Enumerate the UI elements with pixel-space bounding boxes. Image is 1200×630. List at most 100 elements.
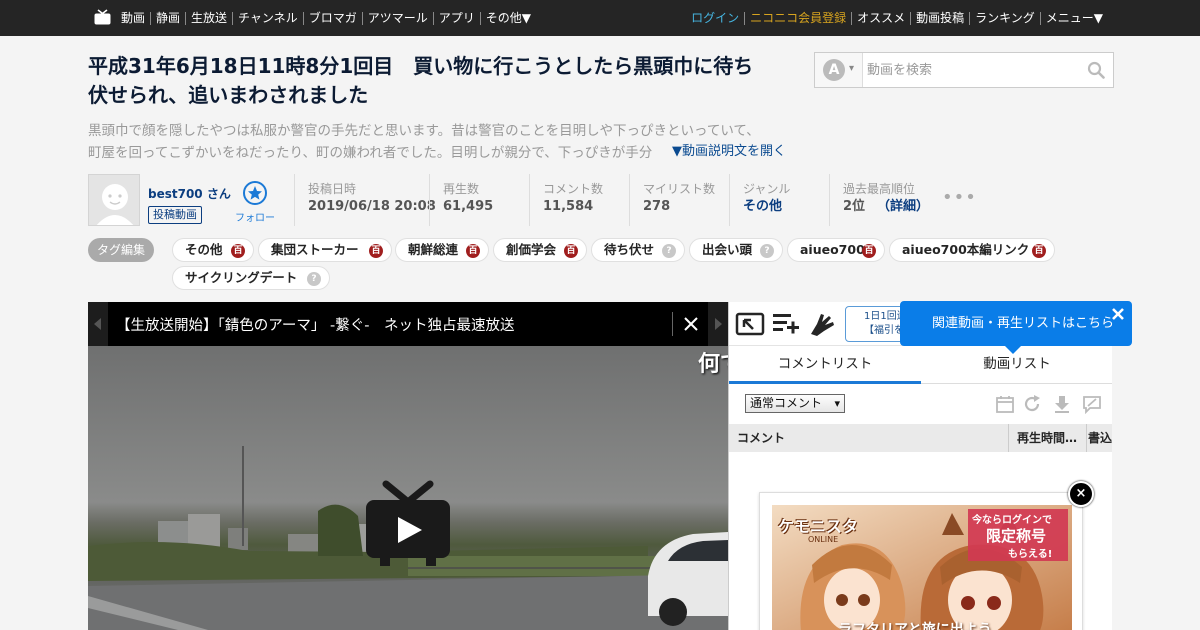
tag-item[interactable]: 集団ストーカー 百 [258, 238, 392, 262]
tooltip-text: 関連動画・再生リストはこちら [932, 316, 1115, 331]
nav-item-video[interactable]: 動画 [116, 11, 150, 25]
niconico-tv-logo-icon[interactable] [94, 9, 111, 25]
ad-logo: ケモニスタ [778, 517, 859, 536]
follow-button-label[interactable]: フォロー [235, 209, 275, 224]
calendar-icon[interactable] [995, 394, 1015, 414]
more-menu-icon[interactable]: ••• [942, 188, 977, 208]
stat-label: 過去最高順位 [843, 182, 916, 196]
tag-edit-button[interactable]: タグ編集 [88, 238, 155, 262]
tag-label: 朝鮮総連 [408, 242, 459, 257]
add-mylist-icon[interactable] [771, 310, 801, 338]
owner-avatar[interactable] [88, 174, 140, 226]
nav-item-channel[interactable]: チャンネル [232, 11, 303, 25]
nav-item-other[interactable]: その他▼ [479, 11, 536, 25]
dictionary-icon[interactable]: 百 [231, 244, 245, 258]
video-frame[interactable] [88, 346, 728, 630]
comment-off-icon[interactable] [1082, 394, 1102, 414]
nav-item-atsumaru[interactable]: アツマール [361, 11, 433, 25]
panel-tabs: コメントリスト 動画リスト [729, 346, 1112, 384]
stat-genre: ジャンル その他 [729, 174, 829, 226]
tag-label: 創価学会 [506, 242, 557, 257]
column-comment[interactable]: コメント [737, 424, 785, 452]
owner-name-link[interactable]: best700 さん [148, 185, 231, 202]
video-player[interactable]: 【生放送開始】「錆色のアーマ」 -繋ぐ- ネット独占最速放送 何 [88, 302, 728, 630]
dictionary-icon[interactable]: 百 [862, 244, 876, 258]
description-expand-link[interactable]: ▼動画説明文を開く [664, 141, 786, 163]
search-type-selector[interactable]: A ▾ [815, 53, 863, 87]
ad-badge-line: 今ならログインで [972, 515, 1052, 526]
dictionary-icon[interactable]: 百 [564, 244, 578, 258]
picture-in-picture-icon[interactable] [735, 310, 765, 338]
tag-item[interactable]: aiueo700本編リンク 百 [889, 238, 1055, 262]
reload-icon[interactable] [1022, 394, 1042, 414]
column-playback-time[interactable]: 再生時間… [1008, 424, 1086, 452]
nav-item-blomaga[interactable]: ブロマガ [302, 11, 362, 25]
follow-star-icon[interactable] [243, 181, 267, 205]
tab-comment-list[interactable]: コメントリスト [729, 346, 921, 384]
news-prev-arrow-icon[interactable] [88, 302, 108, 346]
dictionary-icon[interactable]: ? [760, 244, 774, 258]
nav-item-live[interactable]: 生放送 [185, 11, 232, 25]
nav-item-seiga[interactable]: 静画 [150, 11, 185, 25]
stat-value: 278 [643, 199, 671, 214]
search-icon[interactable] [1087, 61, 1105, 79]
player-news-text[interactable]: 【生放送開始】「錆色のアーマ」 -繋ぐ- ネット独占最速放送 [116, 314, 514, 335]
tag-item[interactable]: サイクリングデート ? [172, 266, 330, 290]
tag-item[interactable]: aiueo700 百 [787, 238, 885, 262]
news-next-arrow-icon[interactable] [708, 302, 728, 346]
login-link[interactable]: ログイン [686, 11, 744, 25]
ad-image[interactable]: ケモニスタ ONLINE 今ならログインで 限定称号 もらえる! ラフタリアと旅… [772, 505, 1072, 630]
ad-logo-sub: ONLINE [808, 535, 839, 544]
tag-item[interactable]: 朝鮮総連 百 [395, 238, 489, 262]
stat-value: 2位 [843, 199, 866, 214]
dictionary-icon[interactable]: ? [307, 272, 321, 286]
nav-item-app[interactable]: アプリ [432, 11, 480, 25]
default-avatar-icon [89, 175, 139, 225]
global-nav-left: 動画 静画 生放送 チャンネル ブロマガ アツマール アプリ その他▼ [116, 0, 536, 36]
dictionary-icon[interactable]: 百 [1032, 244, 1046, 258]
column-posted-at[interactable]: 書込 [1086, 424, 1112, 452]
tag-label: aiueo700 [800, 242, 865, 257]
tag-item[interactable]: その他 百 [172, 238, 254, 262]
dictionary-icon[interactable]: ? [662, 244, 676, 258]
tag-item[interactable]: 出会い頭 ? [689, 238, 783, 262]
stat-value: 2019/06/18 20:08 [308, 199, 436, 214]
nav-item-recommend[interactable]: オススメ [851, 11, 910, 25]
search-input[interactable] [867, 56, 1082, 84]
stat-post-date: 投稿日時 2019/06/18 20:08 [294, 174, 436, 226]
description-line: 黒頭巾で顔を隠したやつは私服か警官の手先だと思います。昔は警官のことを目明しや下… [88, 123, 760, 139]
advertisement-banner[interactable]: ケモニスタ ONLINE 今ならログインで 限定称号 もらえる! ラフタリアと旅… [759, 492, 1083, 630]
related-video-tooltip[interactable]: 関連動画・再生リストはこちら [900, 301, 1132, 354]
scroll-down-icon[interactable] [1052, 394, 1072, 414]
rank-detail-link[interactable]: （詳細） [877, 199, 929, 214]
stat-best-rank: 過去最高順位 2位 （詳細） [829, 174, 933, 226]
chevron-down-icon: ▾ [849, 63, 855, 74]
ad-close-button[interactable]: × [1068, 481, 1094, 507]
nav-item-menu[interactable]: メニュー▼ [1039, 11, 1108, 25]
register-link[interactable]: ニコニコ会員登録 [744, 11, 851, 25]
comment-danmaku: 何で [698, 352, 728, 377]
search-box: A ▾ [814, 52, 1114, 88]
nav-item-upload[interactable]: 動画投稿 [910, 11, 969, 25]
tag-item[interactable]: 創価学会 百 [493, 238, 587, 262]
stat-label: マイリスト数 [643, 182, 716, 196]
stat-label: 投稿日時 [308, 182, 357, 196]
stat-label: コメント数 [543, 182, 604, 196]
nicoad-hand-icon[interactable] [807, 310, 837, 338]
close-icon[interactable] [682, 315, 700, 333]
stat-comment-count: コメント数 11,584 [529, 174, 629, 226]
dictionary-icon[interactable]: 百 [466, 244, 480, 258]
comment-type-select[interactable]: 通常コメント [745, 394, 845, 413]
nav-item-ranking[interactable]: ランキング [969, 11, 1040, 25]
play-button-icon[interactable] [366, 480, 450, 570]
tag-item[interactable]: 待ち伏せ ? [591, 238, 685, 262]
dictionary-icon[interactable]: 百 [369, 244, 383, 258]
owner-videos-button[interactable]: 投稿動画 [148, 206, 202, 224]
stat-value: 61,495 [443, 199, 494, 214]
close-icon[interactable] [1110, 306, 1126, 322]
tag-label: 集団ストーカー [271, 242, 359, 257]
ad-caption: ラフタリアと旅に出よう [838, 622, 992, 630]
comment-table-header: コメント 再生時間… 書込 [729, 424, 1112, 452]
genre-link[interactable]: その他 [743, 197, 829, 217]
ad-badge-line: 限定称号 [986, 527, 1047, 545]
